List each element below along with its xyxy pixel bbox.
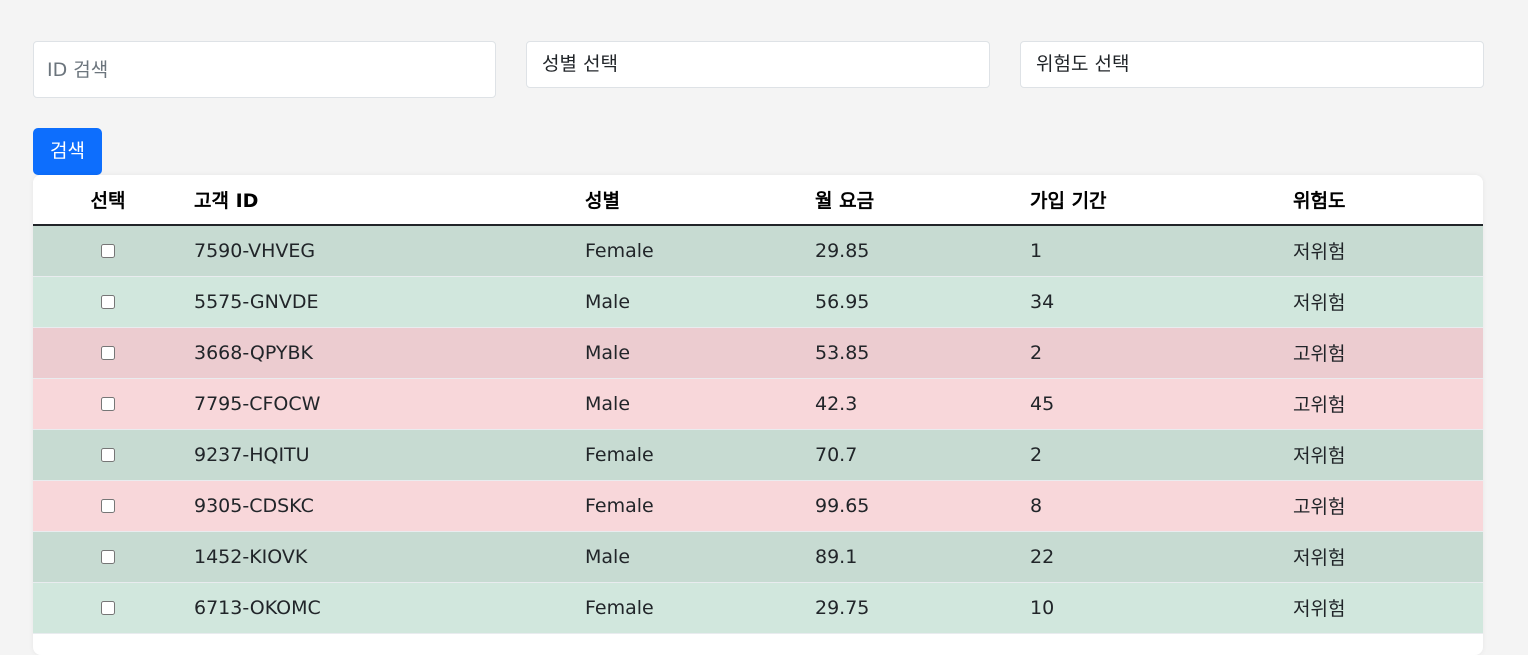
monthly-fee-cell: 56.95 [804, 276, 1019, 328]
customer-id-cell: 9305-CDSKC [183, 480, 574, 532]
risk-select[interactable]: 위험도 선택 [1020, 41, 1484, 88]
table-row[interactable]: 9237-HQITU Female 70.7 2 저위험 [33, 429, 1483, 481]
monthly-fee-cell: 53.85 [804, 327, 1019, 379]
row-select-cell [33, 480, 183, 532]
gender-cell: Male [574, 327, 804, 379]
row-checkbox[interactable] [101, 295, 115, 309]
header-risk: 위험도 [1282, 175, 1483, 226]
gender-cell: Female [574, 225, 804, 277]
row-checkbox[interactable] [101, 499, 115, 513]
customer-id-cell: 7795-CFOCW [183, 378, 574, 430]
risk-cell: 고위험 [1282, 327, 1483, 379]
table-row[interactable]: 9305-CDSKC Female 99.65 8 고위험 [33, 480, 1483, 532]
header-customer-id: 고객 ID [183, 175, 574, 226]
tenure-cell: 10 [1019, 582, 1282, 634]
customer-table-card: 선택 고객 ID 성별 월 요금 가입 기간 위험도 7590-VHVEG Fe… [33, 175, 1483, 655]
customer-id-cell: 1452-KIOVK [183, 531, 574, 583]
gender-cell: Female [574, 582, 804, 634]
row-select-cell [33, 531, 183, 583]
risk-cell: 저위험 [1282, 531, 1483, 583]
risk-cell: 저위험 [1282, 276, 1483, 328]
risk-cell: 고위험 [1282, 378, 1483, 430]
row-checkbox[interactable] [101, 346, 115, 360]
monthly-fee-cell: 29.75 [804, 582, 1019, 634]
tenure-cell: 22 [1019, 531, 1282, 583]
row-checkbox[interactable] [101, 397, 115, 411]
header-monthly-fee: 월 요금 [804, 175, 1019, 226]
row-select-cell [33, 327, 183, 379]
customer-id-cell: 5575-GNVDE [183, 276, 574, 328]
risk-cell: 저위험 [1282, 429, 1483, 481]
row-select-cell [33, 225, 183, 277]
gender-cell: Male [574, 378, 804, 430]
gender-cell: Female [574, 429, 804, 481]
tenure-cell: 8 [1019, 480, 1282, 532]
monthly-fee-cell: 42.3 [804, 378, 1019, 430]
gender-cell: Female [574, 480, 804, 532]
row-checkbox[interactable] [101, 244, 115, 259]
id-search-input[interactable] [33, 41, 496, 98]
table-row[interactable]: 7590-VHVEG Female 29.85 1 저위험 [33, 225, 1483, 277]
row-checkbox[interactable] [101, 448, 115, 462]
customer-id-cell: 7590-VHVEG [183, 225, 574, 277]
header-tenure: 가입 기간 [1019, 175, 1282, 226]
monthly-fee-cell: 99.65 [804, 480, 1019, 532]
monthly-fee-cell: 89.1 [804, 531, 1019, 583]
tenure-cell: 2 [1019, 327, 1282, 379]
table-row[interactable]: 5575-GNVDE Male 56.95 34 저위험 [33, 276, 1483, 328]
table-row[interactable]: 1452-KIOVK Male 89.1 22 저위험 [33, 531, 1483, 583]
customer-id-cell: 9237-HQITU [183, 429, 574, 481]
row-checkbox[interactable] [101, 550, 115, 564]
risk-cell: 저위험 [1282, 582, 1483, 634]
gender-cell: Male [574, 276, 804, 328]
tenure-cell: 1 [1019, 225, 1282, 277]
monthly-fee-cell: 29.85 [804, 225, 1019, 277]
table-row[interactable]: 7795-CFOCW Male 42.3 45 고위험 [33, 378, 1483, 430]
header-select: 선택 [33, 175, 183, 226]
risk-cell: 고위험 [1282, 480, 1483, 532]
table-row[interactable]: 6713-OKOMC Female 29.75 10 저위험 [33, 582, 1483, 634]
customer-table: 선택 고객 ID 성별 월 요금 가입 기간 위험도 7590-VHVEG Fe… [33, 175, 1483, 634]
header-gender: 성별 [574, 175, 804, 226]
search-button[interactable]: 검색 [33, 128, 102, 175]
gender-select[interactable]: 성별 선택 [526, 41, 990, 88]
filter-bar: 성별 선택 위험도 선택 [33, 41, 1484, 98]
risk-cell: 저위험 [1282, 225, 1483, 277]
tenure-cell: 2 [1019, 429, 1282, 481]
customer-id-cell: 6713-OKOMC [183, 582, 574, 634]
customer-id-cell: 3668-QPYBK [183, 327, 574, 379]
row-select-cell [33, 276, 183, 328]
row-select-cell [33, 582, 183, 634]
row-select-cell [33, 429, 183, 481]
tenure-cell: 45 [1019, 378, 1282, 430]
gender-cell: Male [574, 531, 804, 583]
table-row[interactable]: 3668-QPYBK Male 53.85 2 고위험 [33, 327, 1483, 379]
monthly-fee-cell: 70.7 [804, 429, 1019, 481]
row-checkbox[interactable] [101, 601, 115, 615]
table-header-row: 선택 고객 ID 성별 월 요금 가입 기간 위험도 [33, 175, 1483, 226]
row-select-cell [33, 378, 183, 430]
tenure-cell: 34 [1019, 276, 1282, 328]
